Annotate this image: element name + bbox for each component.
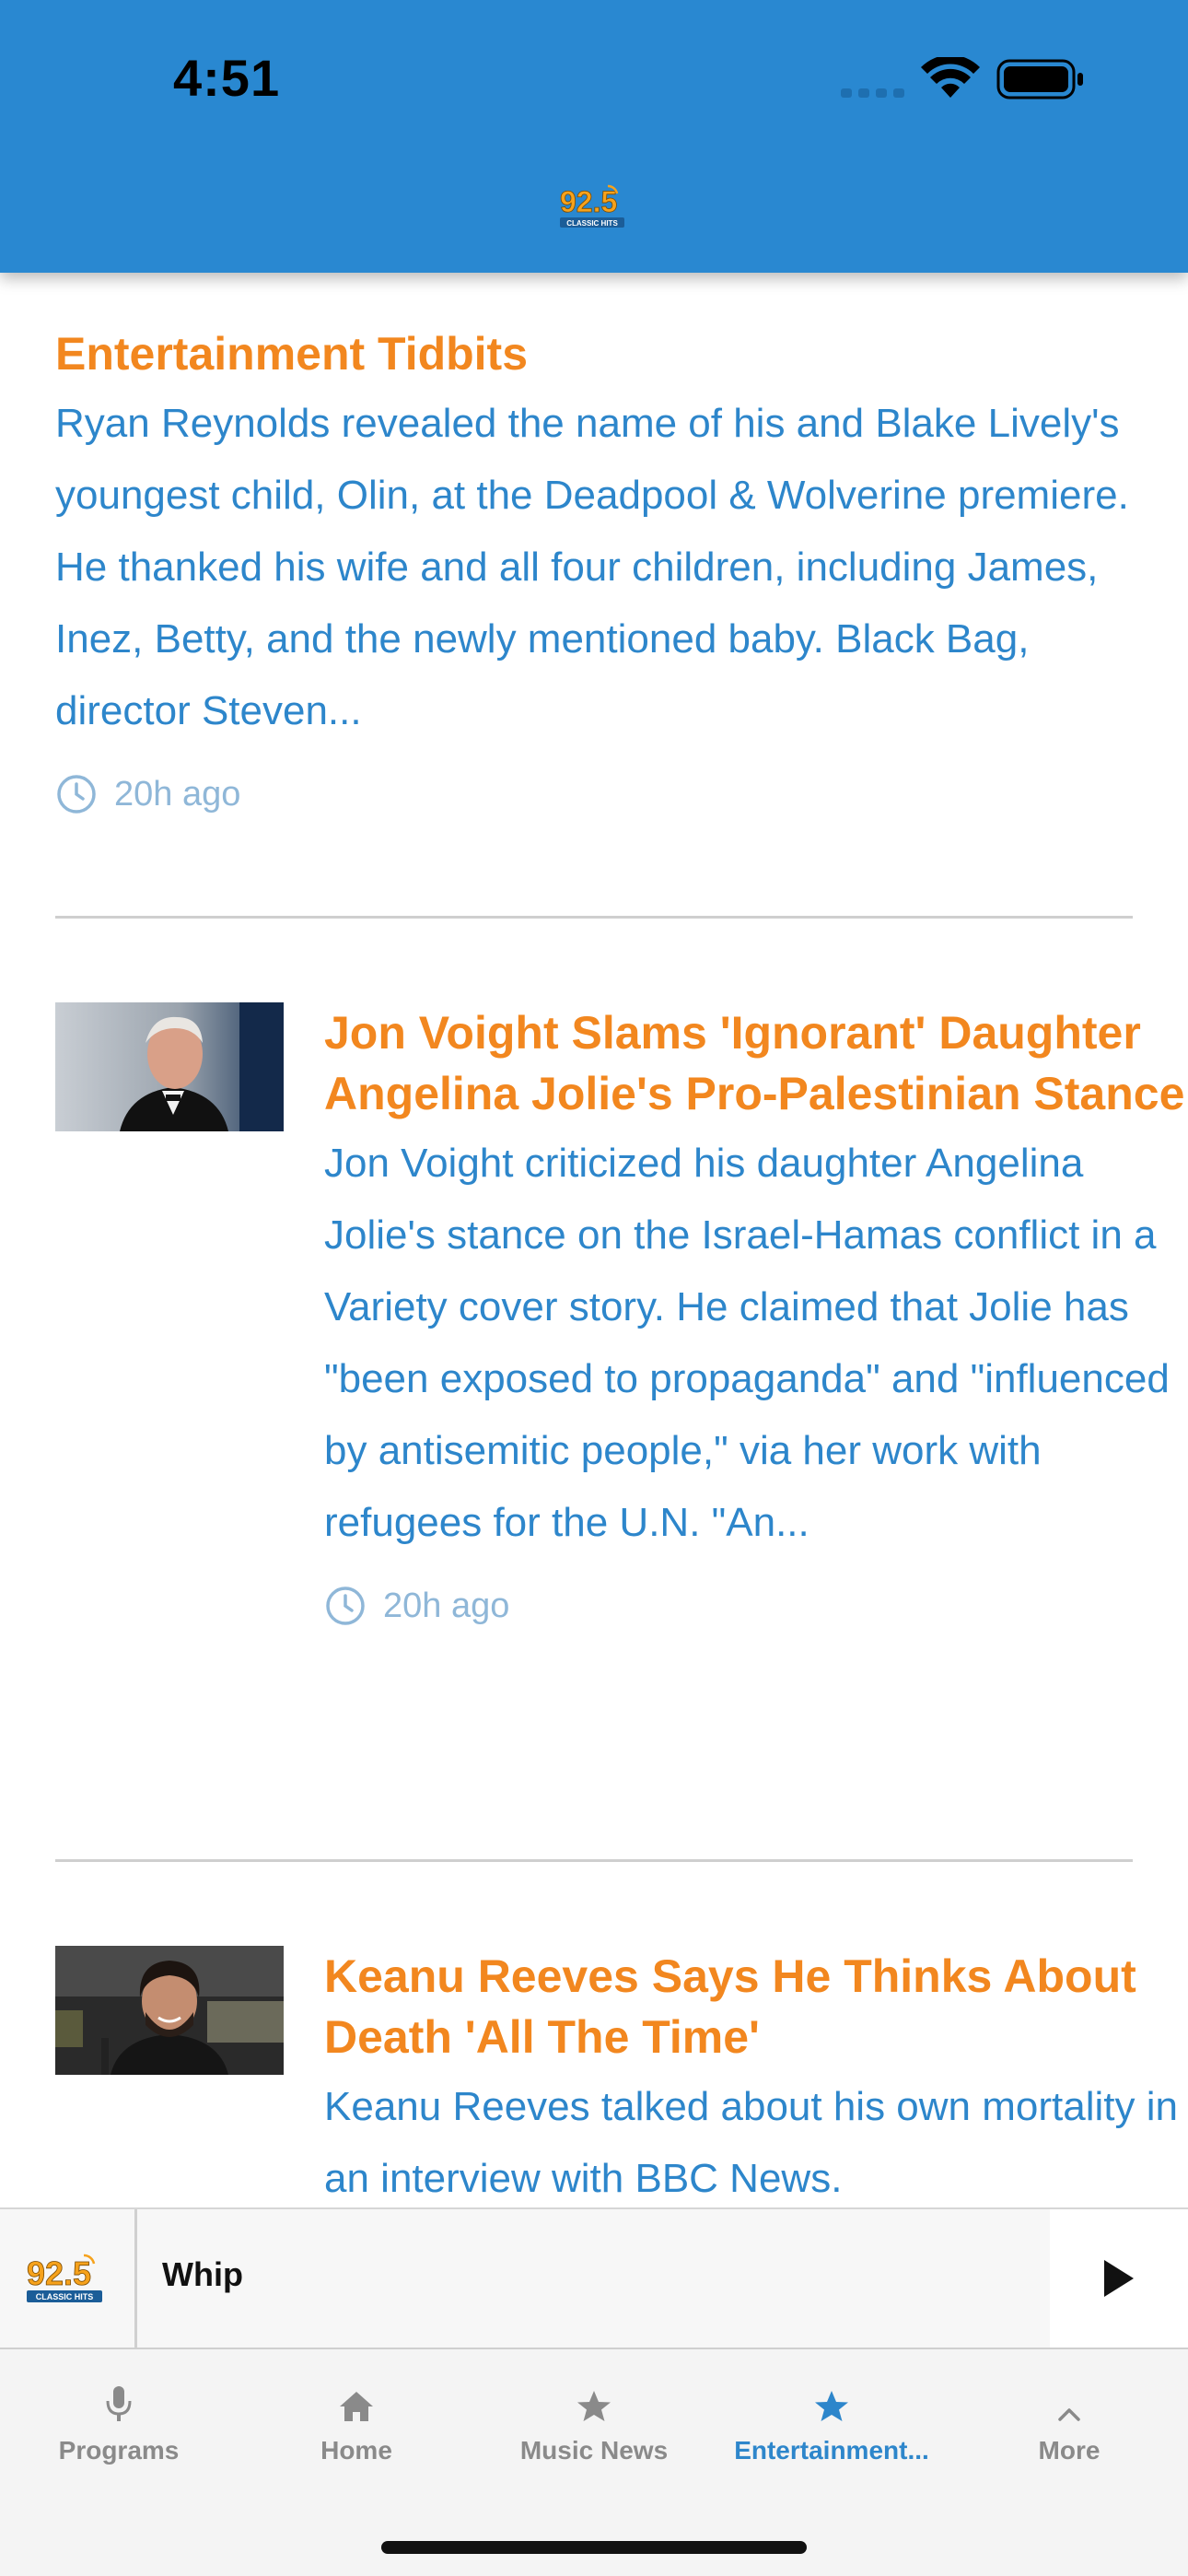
tab-label: Programs	[58, 2436, 180, 2465]
article-title[interactable]: Keanu Reeves Says He Thinks About Death …	[324, 1946, 1188, 2067]
svg-text:CLASSIC HITS: CLASSIC HITS	[36, 2292, 94, 2301]
star-icon	[815, 2391, 848, 2421]
article-card[interactable]: Jon Voight Slams 'Ignorant' Daughter Ang…	[55, 1002, 1184, 1832]
svg-text:CLASSIC HITS: CLASSIC HITS	[566, 219, 618, 228]
article-text: Jon Voight Slams 'Ignorant' Daughter Ang…	[324, 1002, 1188, 1627]
cellular-signal-icon	[841, 88, 904, 98]
player-station-logo: 92.5 CLASSIC HITS	[0, 2209, 137, 2348]
station-logo-icon: 92.5 CLASSIC HITS	[27, 2254, 102, 2302]
tab-label: Entertainment...	[734, 2436, 929, 2465]
clock-icon	[57, 775, 96, 814]
home-icon	[340, 2392, 373, 2421]
article-time: 20h ago	[383, 1586, 510, 1625]
article-meta: 20h ago	[55, 773, 1133, 815]
home-indicator[interactable]	[381, 2541, 807, 2554]
article-time: 20h ago	[114, 774, 241, 814]
clock-icon	[326, 1587, 365, 1625]
tab-programs[interactable]: Programs	[0, 2371, 238, 2482]
status-time: 4:51	[173, 49, 281, 107]
wifi-icon	[921, 57, 980, 98]
article-text: Keanu Reeves Says He Thinks About Death …	[324, 1946, 1188, 2207]
article-card[interactable]: Keanu Reeves Says He Thinks About Death …	[55, 1946, 1178, 2207]
tab-label: More	[1038, 2436, 1101, 2465]
tab-label: Home	[320, 2436, 392, 2465]
article-title[interactable]: Jon Voight Slams 'Ignorant' Daughter Ang…	[324, 1002, 1188, 1124]
tab-label: Music News	[519, 2436, 669, 2465]
tab-entertainment[interactable]: Entertainment...	[713, 2371, 950, 2482]
jon-voight-photo	[55, 1002, 284, 1131]
play-icon	[1104, 2260, 1134, 2297]
play-button[interactable]	[1050, 2209, 1188, 2348]
article-summary: Ryan Reynolds revealed the name of his a…	[55, 401, 1129, 733]
article-summary: Jon Voight criticized his daughter Angel…	[324, 1141, 1170, 1545]
article-card[interactable]: Entertainment Tidbits Ryan Reynolds reve…	[55, 323, 1133, 815]
keanu-reeves-photo	[55, 1946, 284, 2075]
news-feed[interactable]: Entertainment Tidbits Ryan Reynolds reve…	[0, 273, 1188, 2207]
battery-icon	[996, 59, 1083, 100]
now-playing-title: Whip	[162, 2255, 243, 2293]
divider	[55, 916, 1133, 919]
svg-text:92.5: 92.5	[27, 2254, 91, 2292]
mini-player[interactable]: 92.5 CLASSIC HITS Whip	[0, 2207, 1188, 2351]
star-icon	[577, 2391, 611, 2421]
microphone-icon	[106, 2386, 132, 2421]
chevron-up-icon	[1058, 2408, 1080, 2421]
article-thumbnail[interactable]	[55, 1946, 284, 2075]
article-summary: Keanu Reeves talked about his own mortal…	[324, 2084, 1178, 2201]
article-thumbnail[interactable]	[55, 1002, 284, 1131]
station-logo[interactable]: 92.5 CLASSIC HITS	[556, 181, 632, 232]
article-title[interactable]: Entertainment Tidbits	[55, 323, 1133, 384]
svg-text:92.5: 92.5	[560, 185, 617, 218]
tab-home[interactable]: Home	[238, 2371, 475, 2482]
divider	[55, 1859, 1133, 1862]
tab-music-news[interactable]: Music News	[475, 2371, 713, 2482]
article-meta: 20h ago	[324, 1585, 1188, 1627]
tab-more[interactable]: More	[950, 2371, 1188, 2482]
app-header: 4:51 92.5 CLASSIC HITS	[0, 0, 1188, 273]
